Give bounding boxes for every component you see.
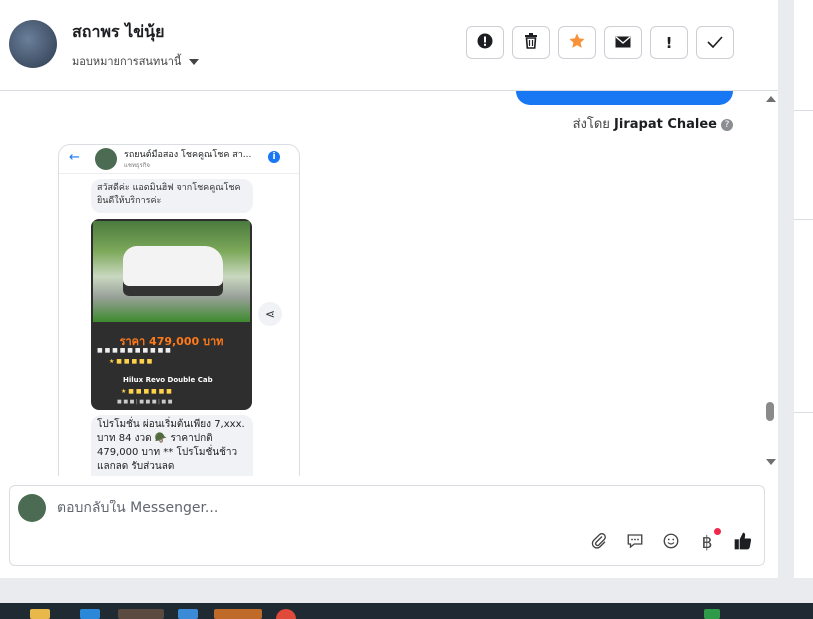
attach-button[interactable] (588, 532, 610, 554)
divider (794, 412, 813, 413)
conversation-panel: สถาพร ไข่นุ้ย มอบหมายการสนทนานี้ ! ส่งโด… (0, 0, 778, 578)
saved-replies-icon (626, 532, 644, 554)
emoji-button[interactable] (660, 532, 682, 554)
emoji-icon (662, 532, 680, 554)
os-taskbar (0, 603, 813, 619)
divider (794, 110, 813, 111)
promo-model: Hilux Revo Double Cab (123, 376, 213, 384)
promo-line: ■ ■ ■ ■ ■ ■ ■ ■ ■ ■ (97, 347, 171, 354)
chrome-icon[interactable] (276, 609, 296, 619)
contact-details-panel (794, 0, 813, 578)
assign-conversation-dropdown[interactable]: มอบหมายการสนทนานี้ (72, 52, 200, 70)
shared-card-header: ← รถยนต์มือสอง โชคคูณโชค สา... แชทธุรกิจ… (59, 145, 299, 174)
exclamation-icon: ! (665, 33, 673, 52)
star-button[interactable] (558, 26, 596, 59)
file-explorer-icon[interactable] (30, 609, 50, 619)
tray-icon[interactable] (704, 609, 720, 619)
share-button[interactable]: ⋖ (258, 302, 282, 326)
share-icon: ⋖ (264, 307, 276, 321)
mark-unread-button[interactable] (604, 26, 642, 59)
mail-icon (615, 34, 631, 52)
payment-button[interactable]: ฿ (696, 528, 721, 554)
back-arrow-icon: ← (69, 150, 80, 165)
page-avatar (95, 148, 117, 170)
info-icon[interactable]: ? (721, 118, 733, 131)
delete-button[interactable] (512, 26, 550, 59)
line-app-icon[interactable] (214, 609, 262, 619)
store-icon[interactable] (80, 609, 100, 619)
like-button[interactable] (732, 532, 754, 554)
reply-composer: ฿ (9, 485, 765, 566)
conversation-actions: ! (466, 26, 734, 59)
divider (794, 219, 813, 220)
info-icon: i (268, 151, 280, 163)
composer-tools: ฿ (588, 528, 754, 554)
notification-dot (714, 528, 721, 535)
saved-replies-button[interactable] (624, 532, 646, 554)
sent-by-prefix: ส่งโดย (572, 117, 610, 132)
greeting-bubble: สวัสดีค่ะ แอดมินฮิฟ จากโชคคูณโชคยินดีให้… (91, 179, 253, 213)
promo-image: ราคา 479,000 บาท ■ ■ ■ ■ ■ ■ ■ ■ ■ ■ ★ ■… (91, 219, 252, 410)
message-list[interactable]: ส่งโดย Jirapat Chalee? ← รถยนต์มือสอง โช… (0, 91, 778, 476)
check-icon (707, 34, 723, 52)
outgoing-message-bubble[interactable] (516, 91, 733, 105)
reply-input[interactable] (57, 500, 557, 516)
conversation-header: สถาพร ไข่นุ้ย มอบหมายการสนทนานี้ ! (0, 0, 778, 91)
description-bubble: โปรโมชั่น ผ่อนเริ่มต้นเพียง 7,xxx. บาท 8… (91, 415, 253, 476)
scroll-down-arrow-icon[interactable] (766, 459, 776, 465)
app-icon[interactable] (118, 609, 164, 619)
promo-line: ★ ■ ■ ■ ■ ■ ■ (121, 388, 172, 395)
follow-up-button[interactable]: ! (650, 26, 688, 59)
mail-app-icon[interactable] (178, 609, 198, 619)
thumbs-up-icon (733, 531, 753, 555)
sender-name: Jirapat Chalee (614, 117, 717, 132)
page-subtitle: แชทธุรกิจ (124, 162, 150, 169)
car-photo (93, 221, 250, 322)
baht-payment-icon: ฿ (701, 533, 713, 553)
pickup-truck-image (123, 246, 223, 296)
message-scrollbar[interactable] (762, 91, 778, 476)
page-avatar (18, 494, 46, 522)
assign-label: มอบหมายการสนทนานี้ (72, 55, 182, 68)
contact-name[interactable]: สถาพร ไข่นุ้ย (72, 20, 164, 45)
star-icon (568, 32, 586, 54)
page-title: รถยนต์มือสอง โชคคูณโชค สา... (124, 150, 252, 160)
scroll-thumb[interactable] (766, 402, 774, 421)
attachment-icon (590, 532, 608, 554)
scroll-up-arrow-icon[interactable] (766, 96, 776, 102)
mark-done-button[interactable] (696, 26, 734, 59)
contact-avatar[interactable] (9, 20, 57, 68)
sent-by-label: ส่งโดย Jirapat Chalee? (573, 113, 733, 134)
promo-line: ★ ■ ■ ■ ■ ■ (109, 358, 153, 365)
caret-down-icon (189, 59, 200, 65)
promo-line: ■ ■ ■ | ■ ■ ■ | ■ ■ (117, 399, 173, 405)
alert-circle-icon (477, 33, 493, 53)
trash-icon (524, 32, 538, 53)
mark-spam-button[interactable] (466, 26, 504, 59)
